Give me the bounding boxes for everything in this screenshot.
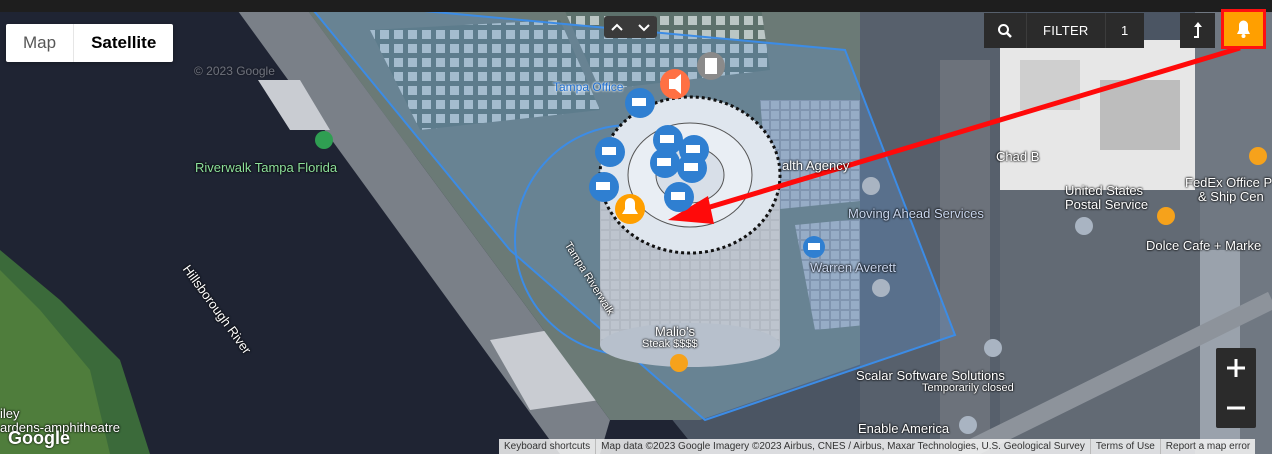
restaurant-pin[interactable] <box>670 354 688 372</box>
map-type-control: Map Satellite <box>6 24 174 62</box>
report-error-link[interactable]: Report a map error <box>1159 439 1255 454</box>
camera-pin[interactable] <box>664 182 694 212</box>
filter-button[interactable]: FILTER <box>1026 13 1105 48</box>
speaker-pin[interactable] <box>660 69 690 99</box>
place-pin[interactable] <box>984 339 1002 357</box>
map-label-chad: Chad B <box>996 149 1040 164</box>
camera-pin[interactable] <box>595 137 625 167</box>
filter-count-badge[interactable]: 1 <box>1104 13 1144 48</box>
zoom-in-button[interactable] <box>1216 348 1256 388</box>
map-label-usps-1: United States <box>1065 183 1144 198</box>
top-bar <box>0 0 1272 12</box>
map-label-moving-ahead: Moving Ahead Services <box>848 206 984 221</box>
camera-pin[interactable] <box>650 148 680 178</box>
map-label-dolce: Dolce Cafe + Marke <box>1146 238 1262 253</box>
map-attribution: Keyboard shortcuts Map data ©2023 Google… <box>499 439 1256 454</box>
map-label-health-agency: alth Agency <box>782 158 850 173</box>
map-type-map-button[interactable]: Map <box>6 24 73 62</box>
zoom-control <box>1216 348 1256 428</box>
plus-icon <box>1227 359 1245 377</box>
map-label-tampa-office: Tampa Office <box>553 80 624 94</box>
chevron-up-icon[interactable] <box>604 16 631 38</box>
minus-icon <box>1227 406 1245 410</box>
google-logo: Google <box>8 428 70 448</box>
bank-pin[interactable] <box>872 279 890 297</box>
level-selector <box>604 16 657 38</box>
zoom-out-button[interactable] <box>1216 388 1256 428</box>
map-label-malios-1: Malio's <box>655 324 696 339</box>
camera-pin[interactable] <box>677 153 707 183</box>
bell-icon <box>1237 20 1250 38</box>
cafe-pin[interactable] <box>1157 207 1175 225</box>
map-label-warren: Warren Averett <box>810 260 896 275</box>
door-pin[interactable] <box>697 52 725 80</box>
map-label-scalar: Scalar Software Solutions <box>856 368 1005 383</box>
keyboard-shortcuts-link[interactable]: Keyboard shortcuts <box>499 439 595 454</box>
terms-link[interactable]: Terms of Use <box>1089 439 1160 454</box>
arrow-up-icon <box>1194 22 1202 38</box>
map-label-amphi-1: iley <box>0 406 20 421</box>
map-type-satellite-button[interactable]: Satellite <box>73 24 173 62</box>
camera-pin[interactable] <box>803 236 825 258</box>
map-label-enable: Enable America <box>858 421 950 436</box>
map-toolbar: FILTER 1 <box>984 13 1144 48</box>
map-label-usps-2: Postal Service <box>1065 197 1149 212</box>
office-pin[interactable] <box>1249 147 1267 165</box>
map-label-malios-2: Steak $$$$ <box>642 338 698 350</box>
map-label-fedex-1: FedEx Office P <box>1185 175 1272 190</box>
place-pin[interactable] <box>959 416 977 434</box>
map-data-text: Map data ©2023 Google Imagery ©2023 Airb… <box>595 439 1090 454</box>
share-button[interactable] <box>1180 13 1215 48</box>
map-watermark: © 2023 Google <box>194 64 275 78</box>
alert-bell-pin[interactable] <box>615 194 645 224</box>
camera-pin[interactable] <box>589 172 619 202</box>
map-label-fedex-2: & Ship Cen <box>1198 189 1264 204</box>
camera-pin[interactable] <box>625 88 655 118</box>
alerts-button[interactable] <box>1221 9 1266 49</box>
search-button[interactable] <box>984 13 1026 48</box>
search-icon <box>998 24 1012 38</box>
mail-pin[interactable] <box>1075 217 1093 235</box>
park-pin[interactable] <box>315 131 333 149</box>
chevron-down-icon[interactable] <box>631 16 658 38</box>
map-label-scalar-status: Temporarily closed <box>922 382 1014 394</box>
place-pin[interactable] <box>862 177 880 195</box>
map-label-riverwalk: Riverwalk Tampa Florida <box>195 160 338 175</box>
